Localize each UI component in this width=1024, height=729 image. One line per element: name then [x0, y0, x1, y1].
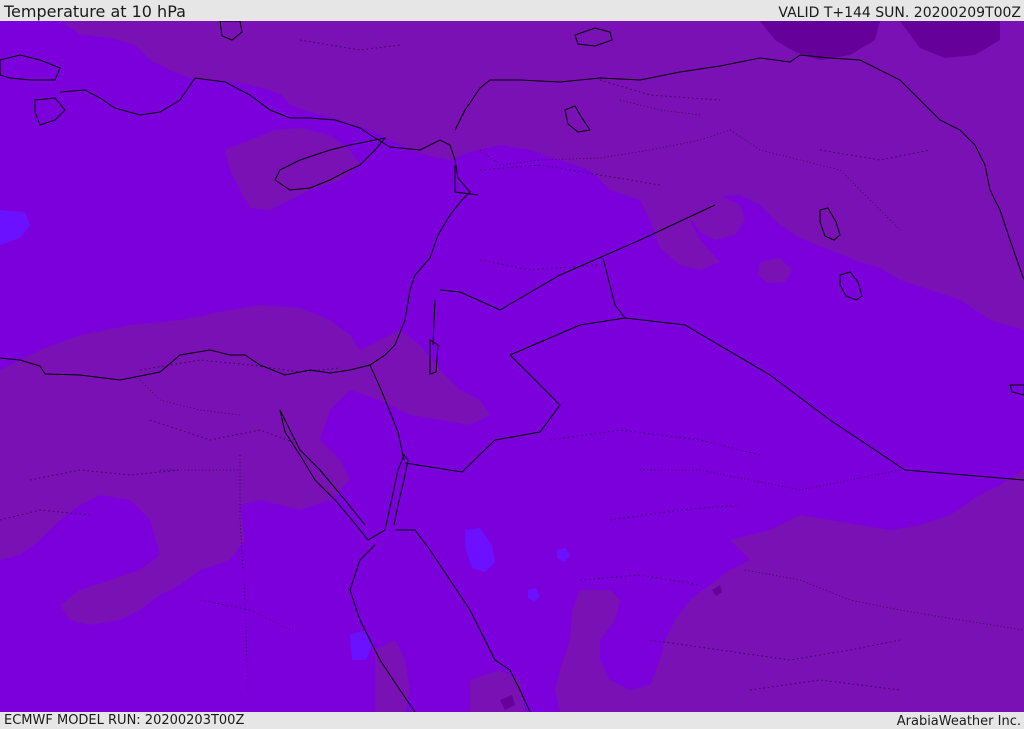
map-title: Temperature at 10 hPa: [4, 2, 186, 21]
valid-time-label: VALID T+144 SUN. 20200209T00Z: [778, 5, 1021, 21]
header-bar: Temperature at 10 hPa VALID T+144 SUN. 2…: [0, 0, 1024, 21]
credit-label: ArabiaWeather Inc.: [896, 714, 1021, 729]
model-run-label: ECMWF MODEL RUN: 20200203T00Z: [4, 713, 245, 728]
temperature-map[interactable]: [0, 21, 1024, 712]
footer-bar: ECMWF MODEL RUN: 20200203T00Z ArabiaWeat…: [0, 712, 1024, 729]
